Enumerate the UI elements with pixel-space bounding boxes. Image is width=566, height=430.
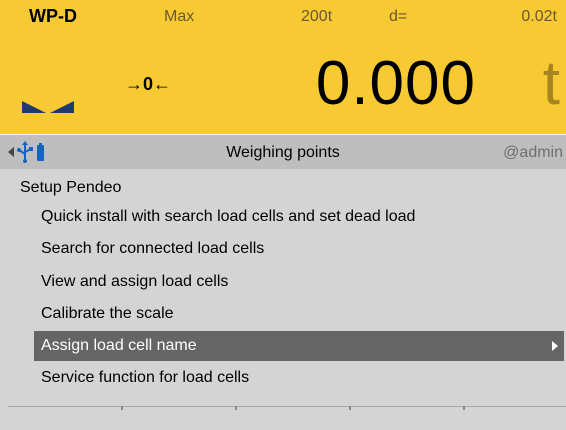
menu-item-label: Quick install with search load cells and… — [41, 208, 416, 225]
center-of-zero-indicator: →0← — [125, 74, 172, 94]
menu-item-label: Service function for load cells — [41, 369, 250, 386]
scale-info-row: WP-D Max 200t d= 0.02t — [0, 0, 566, 34]
stability-triangles-icon — [22, 101, 74, 113]
softkey-4[interactable] — [351, 407, 463, 430]
terminal-screen: WP-D Max 200t d= 0.02t →0← 0.000 t Weigh… — [0, 0, 566, 430]
menu-item-search-load-cells[interactable]: Search for connected load cells — [34, 234, 564, 264]
menu-item-calibrate-scale[interactable]: Calibrate the scale — [34, 299, 564, 329]
menu-item-service-function[interactable]: Service function for load cells — [34, 363, 564, 393]
softkey-2[interactable] — [123, 407, 235, 430]
softkey-5[interactable] — [465, 407, 566, 430]
menu-item-label: Assign load cell name — [41, 337, 197, 354]
menu-item-view-assign-load-cells[interactable]: View and assign load cells — [34, 267, 564, 297]
menu-item-quick-install[interactable]: Quick install with search load cells and… — [34, 202, 564, 232]
softkey-1[interactable] — [8, 407, 121, 430]
weight-unit: t — [542, 49, 560, 118]
menu-item-label: Calibrate the scale — [41, 305, 174, 322]
softkey-3[interactable] — [237, 407, 349, 430]
menu-heading: Setup Pendeo — [20, 179, 122, 196]
softkey-bar — [8, 406, 566, 430]
weighing-point-label[interactable]: WP-D — [29, 7, 77, 25]
submenu-arrow-icon — [552, 341, 558, 351]
max-capacity-value: 200t — [301, 8, 333, 25]
max-capacity-label: Max — [164, 8, 195, 25]
menu-item-label: View and assign load cells — [41, 273, 229, 290]
title-bar: Weighing points @admin — [0, 134, 566, 169]
division-label: d= — [389, 8, 408, 25]
division-value: 0.02t — [521, 8, 557, 25]
page-title: Weighing points — [226, 144, 340, 161]
current-user: @admin — [503, 144, 563, 161]
weight-value: 0.000 — [315, 49, 476, 118]
menu-item-assign-load-cell-name[interactable]: Assign load cell name — [34, 331, 564, 361]
weight-display-panel: WP-D Max 200t d= 0.02t →0← 0.000 t — [0, 0, 566, 134]
menu-item-label: Search for connected load cells — [41, 240, 265, 257]
